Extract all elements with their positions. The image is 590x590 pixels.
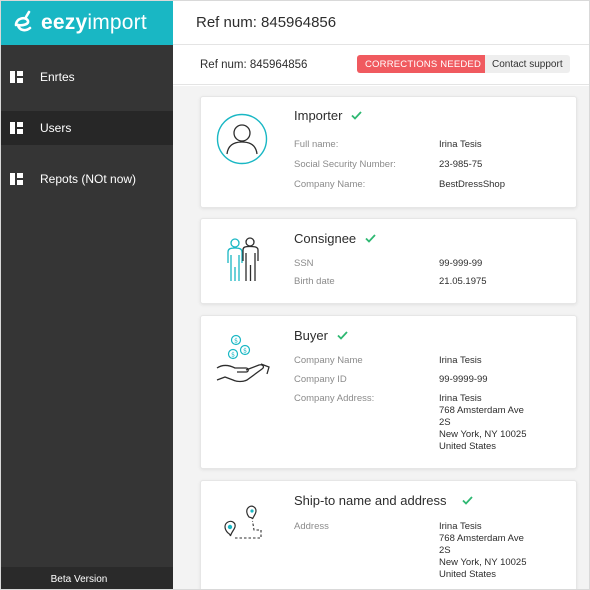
address-line: Irina Tesis (439, 521, 482, 532)
field-value: BestDressShop (439, 179, 506, 190)
address-block: Irina Tesis 768 Amsterdam Ave 2S New Yor… (439, 521, 527, 581)
card-title: Buyer (294, 328, 348, 343)
field-label: Company Address: (294, 393, 375, 404)
card-title: Ship-to name and address (294, 493, 474, 508)
checkmark-icon (351, 111, 363, 120)
page-title: Ref num: 845964856 (196, 14, 337, 31)
sidebar-item-entries[interactable]: Enrtes (1, 60, 173, 94)
contact-support-button[interactable]: Contact support (485, 55, 570, 73)
field-value: Irina Tesis (439, 355, 482, 366)
importer-card: Importer Full name: Irina Tesis Social S… (200, 96, 577, 208)
address-line: 768 Amsterdam Ave (439, 405, 524, 416)
svg-text:$: $ (243, 348, 247, 355)
sidebar-item-label: Users (40, 121, 72, 135)
top-header: Ref num: 845964856 (173, 1, 589, 45)
checkmark-icon (337, 331, 348, 340)
field-value: 99-9999-99 (439, 374, 488, 385)
field-label: Social Security Number: (294, 159, 396, 170)
person-avatar-icon (216, 113, 268, 170)
sidebar-item-reports[interactable]: Repots (NOt now) (1, 162, 173, 196)
status-badge: CORRECTIONS NEEDED (357, 55, 491, 73)
logo-mark-icon (9, 9, 37, 37)
field-label: SSN (294, 258, 314, 269)
field-value: Irina Tesis (439, 139, 482, 150)
address-line: 2S (439, 545, 451, 556)
address-line: United States (439, 441, 497, 452)
sub-header: Ref num: 845964856 CORRECTIONS NEEDED Co… (173, 45, 589, 85)
svg-text:$: $ (231, 352, 235, 359)
consignee-card: Consignee SSN 99-999-99 Birth date 21.05… (200, 218, 577, 304)
route-pin-icon (221, 503, 265, 548)
app-window: eezyimport Enrtes Users Repots (NOt now)… (0, 0, 590, 590)
logo-text: eezyimport (41, 11, 147, 34)
card-title: Consignee (294, 231, 376, 246)
field-value: 99-999-99 (439, 258, 483, 269)
address-block: Irina Tesis 768 Amsterdam Ave 2S New Yor… (439, 393, 527, 453)
field-label: Company Name (294, 355, 363, 366)
field-label: Company Name: (294, 179, 366, 190)
address-line: United States (439, 569, 497, 580)
ref-number: Ref num: 845964856 (200, 59, 308, 71)
checkmark-icon (462, 496, 474, 505)
sidebar-item-label: Repots (NOt now) (40, 172, 137, 186)
hand-coins-icon: $ $ $ (215, 334, 273, 393)
main-content: Importer Full name: Irina Tesis Social S… (173, 86, 589, 589)
field-label: Full name: (294, 139, 339, 150)
sidebar-item-label: Enrtes (40, 70, 75, 84)
address-line: New York, NY 10025 (439, 429, 527, 440)
ship-to-card: Ship-to name and address Address Irina T… (200, 480, 577, 589)
address-line: 768 Amsterdam Ave (439, 533, 524, 544)
field-value: 23-985-75 (439, 159, 483, 170)
field-label: Address (294, 521, 329, 532)
dashboard-icon (10, 122, 23, 134)
people-icon (225, 237, 261, 288)
field-label: Company ID (294, 374, 347, 385)
beta-version-label: Beta Version (1, 567, 173, 589)
dashboard-icon (10, 71, 23, 83)
field-label: Birth date (294, 276, 335, 287)
address-line: New York, NY 10025 (439, 557, 527, 568)
address-line: 2S (439, 417, 451, 428)
checkmark-icon (365, 234, 376, 243)
address-line: Irina Tesis (439, 393, 482, 404)
logo[interactable]: eezyimport (1, 1, 173, 45)
sidebar-item-users[interactable]: Users (1, 111, 173, 145)
svg-text:$: $ (234, 338, 238, 345)
dashboard-icon (10, 173, 23, 185)
field-value: 21.05.1975 (439, 276, 487, 287)
buyer-card: $ $ $ Buyer Company Name Irina Tesis Com… (200, 315, 577, 469)
card-title: Importer (294, 108, 363, 123)
sidebar: eezyimport Enrtes Users Repots (NOt now)… (1, 1, 173, 589)
